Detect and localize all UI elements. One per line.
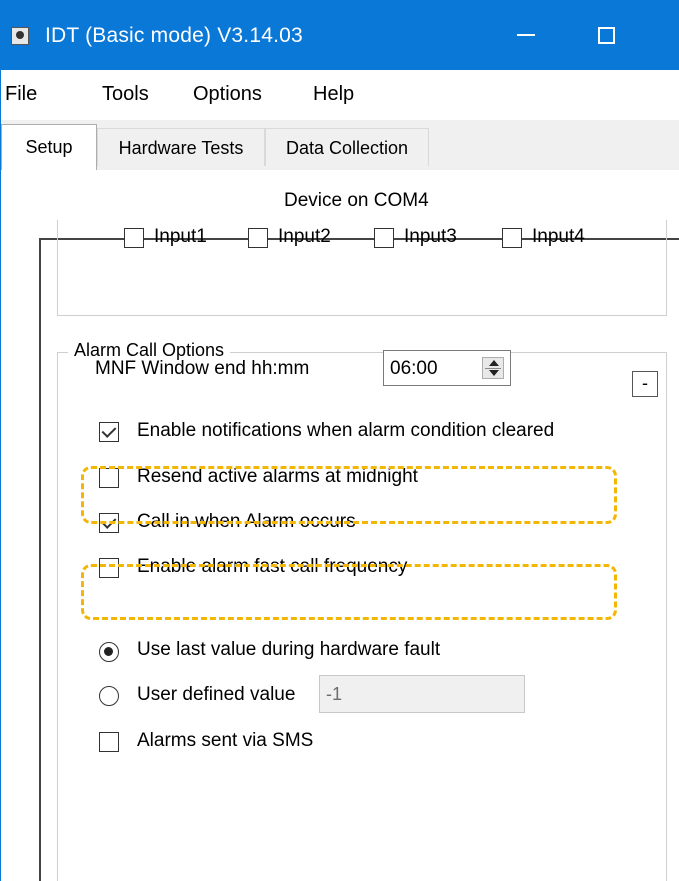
title-bar[interactable]: IDT (Basic mode) V3.14.03 [1, 0, 679, 70]
mnf-time-input[interactable]: 06:00 [383, 350, 511, 386]
app-window: IDT (Basic mode) V3.14.03 File Tools Opt… [0, 0, 679, 881]
input3-checkbox[interactable] [374, 228, 394, 248]
input3-label: Input3 [404, 226, 457, 247]
sms-checkbox[interactable] [99, 732, 119, 752]
mnf-window-label: MNF Window end hh:mm [95, 358, 310, 379]
tab-content: Device on COM4 Input1 Input2 Input3 Inpu… [1, 170, 679, 881]
enable-notifications-checkbox[interactable] [99, 422, 119, 442]
user-defined-value-input[interactable]: -1 [319, 675, 525, 713]
menu-tools[interactable]: Tools [102, 83, 149, 106]
tab-setup[interactable]: Setup [1, 124, 97, 170]
menu-bar: File Tools Options Help [1, 70, 679, 121]
mnf-time-value: 06:00 [390, 358, 438, 379]
maximize-button[interactable] [571, 0, 641, 70]
enable-notifications-label: Enable notifications when alarm conditio… [137, 420, 555, 441]
window-title: IDT (Basic mode) V3.14.03 [45, 24, 303, 47]
spin-down-icon[interactable] [489, 370, 499, 376]
collapse-button[interactable]: - [632, 371, 658, 397]
spinner-divider [485, 368, 501, 369]
inputs-groupbox: Input1 Input2 Input3 Input4 [57, 220, 667, 316]
menu-help[interactable]: Help [313, 83, 354, 106]
user-defined-value-label: User defined value [137, 684, 296, 705]
use-last-value-label: Use last value during hardware fault [137, 639, 441, 660]
minimize-icon [517, 34, 535, 36]
input2-label: Input2 [278, 226, 331, 247]
highlight-enable-notifications [81, 466, 617, 524]
input2-checkbox[interactable] [248, 228, 268, 248]
input4-checkbox[interactable] [502, 228, 522, 248]
sms-label: Alarms sent via SMS [137, 730, 314, 751]
input4-label: Input4 [532, 226, 585, 247]
user-defined-value-text: -1 [326, 684, 343, 704]
highlight-call-in-alarm [81, 564, 617, 620]
input1-checkbox[interactable] [124, 228, 144, 248]
menu-options[interactable]: Options [193, 83, 262, 106]
use-last-value-radio[interactable] [99, 642, 119, 662]
tab-hardware-tests[interactable]: Hardware Tests [97, 128, 265, 166]
settings-panel[interactable]: Input1 Input2 Input3 Input4 Alarm Call O… [39, 220, 679, 881]
input1-label: Input1 [154, 226, 207, 247]
user-defined-value-radio[interactable] [99, 686, 119, 706]
tab-data-collection[interactable]: Data Collection [265, 128, 429, 166]
tab-strip: Setup Hardware Tests Data Collection [1, 120, 679, 170]
time-spinner[interactable] [482, 357, 504, 379]
maximize-icon [597, 26, 615, 44]
device-status: Device on COM4 [284, 190, 429, 211]
spin-up-icon[interactable] [489, 360, 499, 366]
menu-file[interactable]: File [5, 83, 37, 106]
minimize-button[interactable] [491, 0, 561, 70]
app-icon [11, 27, 29, 45]
